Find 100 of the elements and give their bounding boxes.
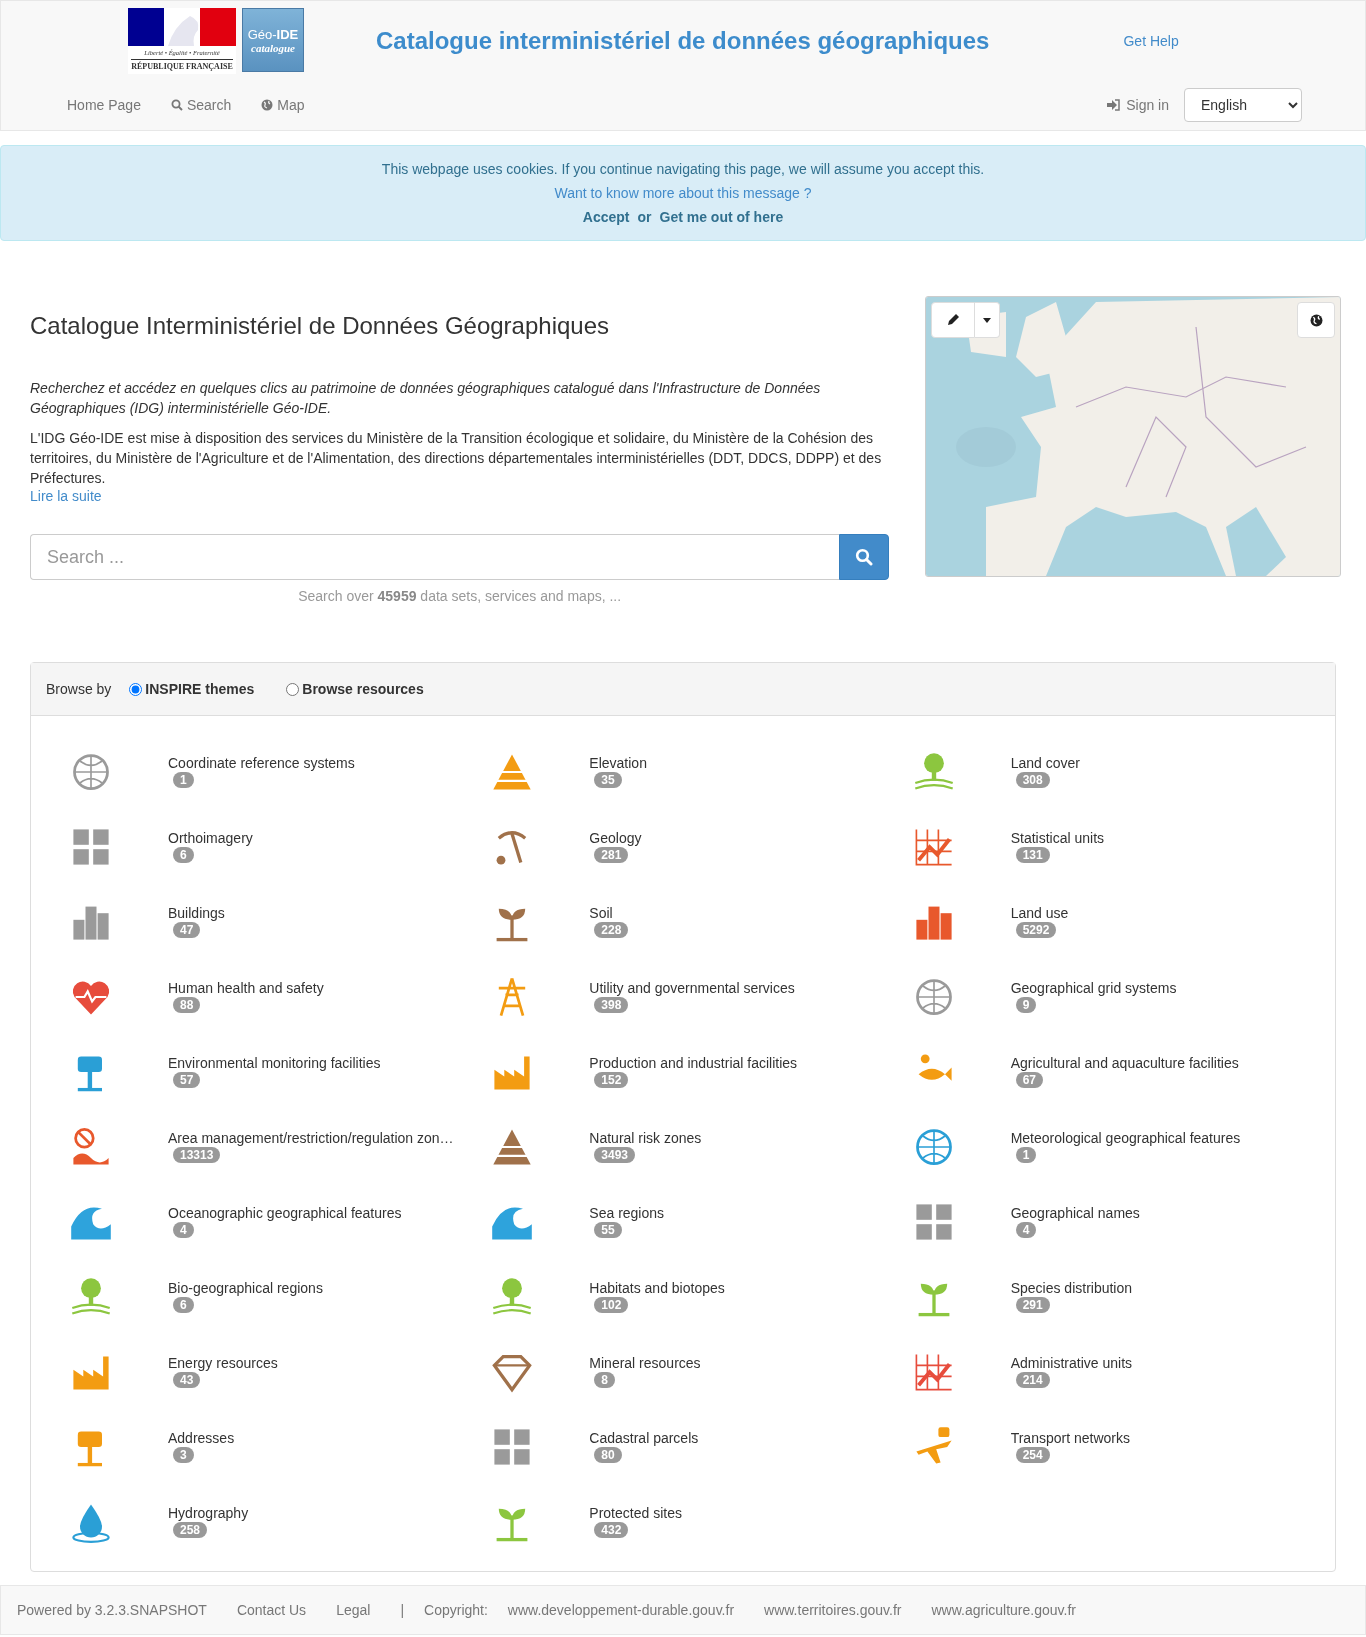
count-badge: 55 xyxy=(594,1222,622,1238)
count-badge: 57 xyxy=(173,1072,201,1088)
count-badge: 214 xyxy=(1015,1372,1050,1388)
count-badge: 67 xyxy=(1015,1072,1043,1088)
pencil-icon xyxy=(946,313,961,327)
globe-icon xyxy=(1309,313,1323,327)
theme-link[interactable]: Elevation xyxy=(589,755,647,771)
footer-text: Copyright: xyxy=(424,1602,488,1618)
count-badge: 35 xyxy=(594,772,622,788)
theme-link[interactable]: Utility and governmental services xyxy=(589,980,795,996)
theme-link[interactable]: Protected sites xyxy=(589,1505,682,1521)
count-badge: 6 xyxy=(173,847,194,863)
theme-link[interactable]: Bio-geographical regions xyxy=(168,1280,323,1296)
theme-link[interactable]: Orthoimagery xyxy=(168,830,253,846)
theme-link[interactable]: Geology xyxy=(589,830,642,846)
footer-link[interactable]: www.developpement-durable.gouv.fr xyxy=(507,1602,735,1618)
theme-link[interactable]: Meteorological geographical features xyxy=(1010,1130,1241,1146)
count-badge: 80 xyxy=(594,1447,622,1463)
accept-link[interactable]: Accept xyxy=(582,209,630,225)
footer-link[interactable]: Legal xyxy=(336,1602,371,1618)
count-badge: 281 xyxy=(594,847,629,863)
theme-link[interactable]: Geographical names xyxy=(1010,1205,1140,1221)
theme-link[interactable]: Administrative units xyxy=(1010,1355,1133,1371)
count-badge: 9 xyxy=(1015,997,1037,1013)
theme-link[interactable]: Species distribution xyxy=(1010,1280,1133,1296)
search-button[interactable] xyxy=(839,534,890,580)
theme-link[interactable]: Area management/restriction/regulation zon… xyxy=(168,1130,454,1146)
radio-label: INSPIRE themes xyxy=(145,681,255,697)
theme-link[interactable]: Natural risk zones xyxy=(589,1130,702,1146)
count-badge: 291 xyxy=(1015,1297,1050,1313)
theme-link[interactable]: Soil xyxy=(589,905,613,921)
sign-in-icon xyxy=(1107,99,1121,111)
theme-link[interactable]: Transport networks xyxy=(1010,1430,1130,1446)
count-badge: 47 xyxy=(173,922,201,938)
footer-text: | xyxy=(400,1602,405,1618)
theme-link[interactable]: Addresses xyxy=(168,1430,235,1446)
theme-link[interactable]: Energy resources xyxy=(168,1355,278,1371)
language-select[interactable]: English xyxy=(1184,88,1302,122)
site-title: Catalogue interministériel de données géographiques xyxy=(376,27,990,55)
count-badge: 254 xyxy=(1015,1447,1050,1463)
footer-link[interactable]: Powered by 3.2.3.SNAPSHOT xyxy=(17,1602,207,1618)
theme-link[interactable]: Buildings xyxy=(168,905,225,921)
theme-link[interactable]: Coordinate reference systems xyxy=(168,755,355,771)
theme-link[interactable]: Geographical grid systems xyxy=(1010,980,1177,996)
count-badge: 131 xyxy=(1015,847,1050,863)
theme-link[interactable]: Production and industrial facilities xyxy=(589,1055,798,1071)
read-more-link[interactable]: Lire la suite xyxy=(30,488,102,504)
footer-link[interactable]: www.territoires.gouv.fr xyxy=(764,1602,902,1618)
count-badge: 308 xyxy=(1015,772,1050,788)
theme-link[interactable]: Human health and safety xyxy=(168,980,324,996)
intro-text: Recherchez et accédez en quelques clics au patrimoine de données géographiques catalogué dans l'Infrastructure de Données Géographiques (IDG) interministérielle Géo-IDE. xyxy=(30,379,822,418)
footer-link[interactable]: Contact Us xyxy=(236,1602,307,1618)
page-heading: Catalogue Interministériel de Données Géographiques xyxy=(30,312,611,340)
globe-icon xyxy=(261,99,274,111)
browse-label: Browse by xyxy=(46,681,112,697)
sign-in-link[interactable]: Sign in xyxy=(1107,97,1169,113)
draw-button[interactable] xyxy=(931,302,976,338)
help-link[interactable]: Get Help xyxy=(1123,33,1179,49)
count-badge: 6 xyxy=(173,1297,194,1313)
count-badge: 3 xyxy=(173,1447,194,1463)
count-badge: 398 xyxy=(594,997,629,1013)
count-badge: 8 xyxy=(594,1372,615,1388)
theme-link[interactable]: Land cover xyxy=(1010,755,1080,771)
count-badge: 88 xyxy=(173,997,201,1013)
dropdown-button[interactable] xyxy=(975,302,1001,338)
search-icon xyxy=(855,548,874,566)
theme-link[interactable]: Mineral resources xyxy=(589,1355,701,1371)
count-badge: 258 xyxy=(173,1522,208,1538)
count-badge: 43 xyxy=(173,1372,201,1388)
theme-link[interactable]: Hydrography xyxy=(168,1505,249,1521)
count-badge: 1 xyxy=(173,772,194,788)
nav-link[interactable]: Map xyxy=(246,97,320,113)
footer-link[interactable]: www.agriculture.gouv.fr xyxy=(931,1602,1076,1618)
count-badge: 4 xyxy=(173,1222,194,1238)
theme-link[interactable]: Oceanographic geographical features xyxy=(168,1205,402,1221)
nav-link[interactable]: Search xyxy=(155,97,247,113)
search-field[interactable]: Search ... xyxy=(30,534,840,580)
count-badge: 3493 xyxy=(594,1147,636,1163)
leave-link[interactable]: Get me out of here xyxy=(659,209,784,225)
nav-link[interactable]: Home Page xyxy=(52,97,156,113)
radio-button[interactable] xyxy=(286,682,300,696)
radio-label: Browse resources xyxy=(302,681,424,697)
theme-link[interactable]: Sea regions xyxy=(589,1205,665,1221)
cookie-message: This webpage uses cookies. If you continue navigating this page, we will assume you accept this. xyxy=(381,161,985,177)
theme-link[interactable]: Habitats and biotopes xyxy=(589,1280,725,1296)
count-badge: 13313 xyxy=(173,1147,221,1163)
globe-button[interactable] xyxy=(1297,302,1335,338)
search-hint: Search over 45959 data sets, services and maps, ... xyxy=(297,588,623,604)
radio-button[interactable] xyxy=(129,682,143,696)
count-badge: 152 xyxy=(594,1072,629,1088)
theme-link[interactable]: Land use xyxy=(1010,905,1069,921)
theme-link[interactable]: Agricultural and aquaculture facilities xyxy=(1010,1055,1239,1071)
catalogue-logo: Géo-IDE catalogue xyxy=(242,8,304,72)
theme-link[interactable]: Statistical units xyxy=(1010,830,1105,846)
theme-link[interactable]: Cadastral parcels xyxy=(589,1430,699,1446)
theme-link[interactable]: Environmental monitoring facilities xyxy=(168,1055,381,1071)
logo-text: RÉPUBLIQUE FRANÇAISE xyxy=(131,59,233,71)
description-text: L'IDG Géo-IDE est mise à disposition des services du Ministère de la Transition écologique et solidaire, du Ministère de la Cohésion des territoires, du Ministère de l'Agriculture et de l'Alimentation, des directions départementales interministérielles (DDT, DDCS, DDPP) et des Préfectures. xyxy=(30,429,883,488)
caret-icon xyxy=(983,317,992,323)
or-text: or xyxy=(637,209,652,225)
